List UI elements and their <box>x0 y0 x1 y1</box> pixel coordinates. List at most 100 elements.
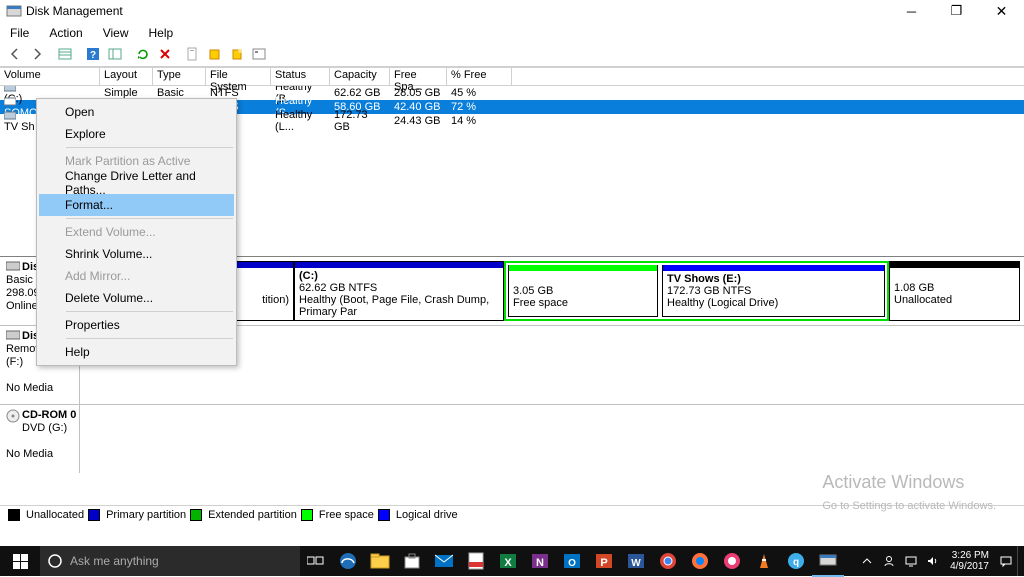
partition-status: Unallocated <box>894 294 952 306</box>
disk-state: Online <box>6 300 38 312</box>
cell-cap: 62.62 GB <box>330 87 390 99</box>
taskbar-app-outlook[interactable]: O <box>556 546 588 576</box>
settings-button[interactable] <box>248 43 270 65</box>
maximize-button[interactable]: ❐ <box>934 0 979 22</box>
task-view-button[interactable] <box>300 546 332 576</box>
col-freespace[interactable]: Free Spa... <box>390 68 447 85</box>
cell-free: 42.40 GB <box>390 101 447 113</box>
taskbar-app-mail[interactable] <box>428 546 460 576</box>
svg-text:W: W <box>631 558 641 569</box>
legend: Unallocated Primary partition Extended p… <box>0 505 1024 524</box>
start-button[interactable] <box>0 546 40 576</box>
col-filesystem[interactable]: File System <box>206 68 271 85</box>
cell-status: Healthy (L... <box>271 109 330 133</box>
context-menu: Open Explore Mark Partition as Active Ch… <box>36 98 237 366</box>
partition-freespace[interactable]: 3.05 GB Free space <box>508 265 658 317</box>
taskbar-app-firefox[interactable] <box>684 546 716 576</box>
partition-status: Healthy (Logical Drive) <box>667 297 778 309</box>
partition-label: (C:) <box>299 270 318 282</box>
col-pctfree[interactable]: % Free <box>447 68 512 85</box>
svg-text:N: N <box>536 557 544 569</box>
taskbar-app-pdf[interactable] <box>460 546 492 576</box>
tray-chevron-icon[interactable] <box>856 556 878 566</box>
taskbar-app-itunes[interactable] <box>716 546 748 576</box>
tray-clock[interactable]: 3:26 PM 4/9/2017 <box>944 550 995 572</box>
taskbar-app-vlc[interactable] <box>748 546 780 576</box>
partition-size: 172.73 GB NTFS <box>667 285 751 297</box>
properties-button[interactable] <box>182 43 204 65</box>
partition-unallocated[interactable]: 1.08 GB Unallocated <box>889 261 1020 321</box>
cell-free: 24.43 GB <box>390 115 447 127</box>
tray-people-icon[interactable] <box>878 555 900 567</box>
taskbar-app-word[interactable]: W <box>620 546 652 576</box>
taskbar-app-edge[interactable] <box>332 546 364 576</box>
partition-c[interactable]: (C:) 62.62 GB NTFS Healthy (Boot, Page F… <box>294 261 504 321</box>
separator <box>66 218 233 219</box>
show-desktop-button[interactable] <box>1017 546 1024 576</box>
partition-status: Free space <box>513 297 568 309</box>
svg-text:P: P <box>600 557 607 569</box>
legend-swatch-extended <box>190 509 202 521</box>
list-button[interactable] <box>104 43 126 65</box>
cell-cap: 172.73 GB <box>330 109 390 133</box>
taskbar-app-excel[interactable]: X <box>492 546 524 576</box>
ctx-change-letter[interactable]: Change Drive Letter and Paths... <box>39 172 234 194</box>
col-capacity[interactable]: Capacity <box>330 68 390 85</box>
menu-file[interactable]: File <box>6 25 33 41</box>
taskbar-app-qbittorrent[interactable]: q <box>780 546 812 576</box>
wizard-button[interactable] <box>226 43 248 65</box>
tray-notifications-icon[interactable] <box>995 555 1017 567</box>
back-button[interactable] <box>4 43 26 65</box>
ctx-help[interactable]: Help <box>39 341 234 363</box>
col-status[interactable]: Status <box>271 68 330 85</box>
disk-media: No Media <box>6 382 53 394</box>
cortana-icon <box>40 554 70 568</box>
disk-type: DVD (G:) <box>22 422 67 434</box>
menu-help[interactable]: Help <box>145 25 178 41</box>
disk-icon <box>6 261 20 271</box>
new-volume-button[interactable] <box>204 43 226 65</box>
disk-media: No Media <box>6 448 53 460</box>
disk-map-empty <box>80 405 1024 473</box>
col-type[interactable]: Type <box>153 68 206 85</box>
menu-action[interactable]: Action <box>45 25 86 41</box>
ctx-properties[interactable]: Properties <box>39 314 234 336</box>
help-button[interactable]: ? <box>82 43 104 65</box>
ctx-open[interactable]: Open <box>39 101 234 123</box>
taskbar-app-powerpoint[interactable]: P <box>588 546 620 576</box>
grid-view-button[interactable] <box>54 43 76 65</box>
tray-volume-icon[interactable] <box>922 555 944 567</box>
minimize-button[interactable]: ─ <box>889 0 934 22</box>
cdrom-icon <box>6 409 20 423</box>
taskbar-app-onenote[interactable]: N <box>524 546 556 576</box>
taskbar-search[interactable]: Ask me anything <box>40 546 300 576</box>
taskbar-app-store[interactable] <box>396 546 428 576</box>
partition-e[interactable]: TV Shows (E:) 172.73 GB NTFS Healthy (Lo… <box>662 265 885 317</box>
forward-button[interactable] <box>26 43 48 65</box>
ctx-delete[interactable]: Delete Volume... <box>39 287 234 309</box>
ctx-shrink[interactable]: Shrink Volume... <box>39 243 234 265</box>
svg-text:?: ? <box>90 50 96 61</box>
refresh-button[interactable] <box>132 43 154 65</box>
windows-icon <box>13 554 28 569</box>
extended-partition: 3.05 GB Free space TV Shows (E:) 172.73 … <box>504 261 889 321</box>
disk-info[interactable]: CD-ROM 0 DVD (G:) No Media <box>0 405 80 473</box>
tray-network-icon[interactable] <box>900 555 922 567</box>
clock-time: 3:26 PM <box>952 550 989 561</box>
taskbar-app-explorer[interactable] <box>364 546 396 576</box>
delete-button[interactable] <box>154 43 176 65</box>
partition-status: Healthy (Boot, Page File, Crash Dump, Pr… <box>299 294 489 318</box>
ctx-format[interactable]: Format... <box>39 194 234 216</box>
menu-view[interactable]: View <box>99 25 133 41</box>
legend-primary: Primary partition <box>106 509 186 521</box>
col-volume[interactable]: Volume <box>0 68 100 85</box>
close-button[interactable]: ✕ <box>979 0 1024 22</box>
taskbar-app-diskmgmt[interactable] <box>812 545 844 577</box>
ctx-explore[interactable]: Explore <box>39 123 234 145</box>
legend-logical: Logical drive <box>396 509 458 521</box>
system-tray: 3:26 PM 4/9/2017 <box>856 546 1024 576</box>
taskbar-app-chrome[interactable] <box>652 546 684 576</box>
partition-label: TV Shows (E:) <box>667 273 741 285</box>
disk-icon <box>6 330 20 340</box>
col-layout[interactable]: Layout <box>100 68 153 85</box>
